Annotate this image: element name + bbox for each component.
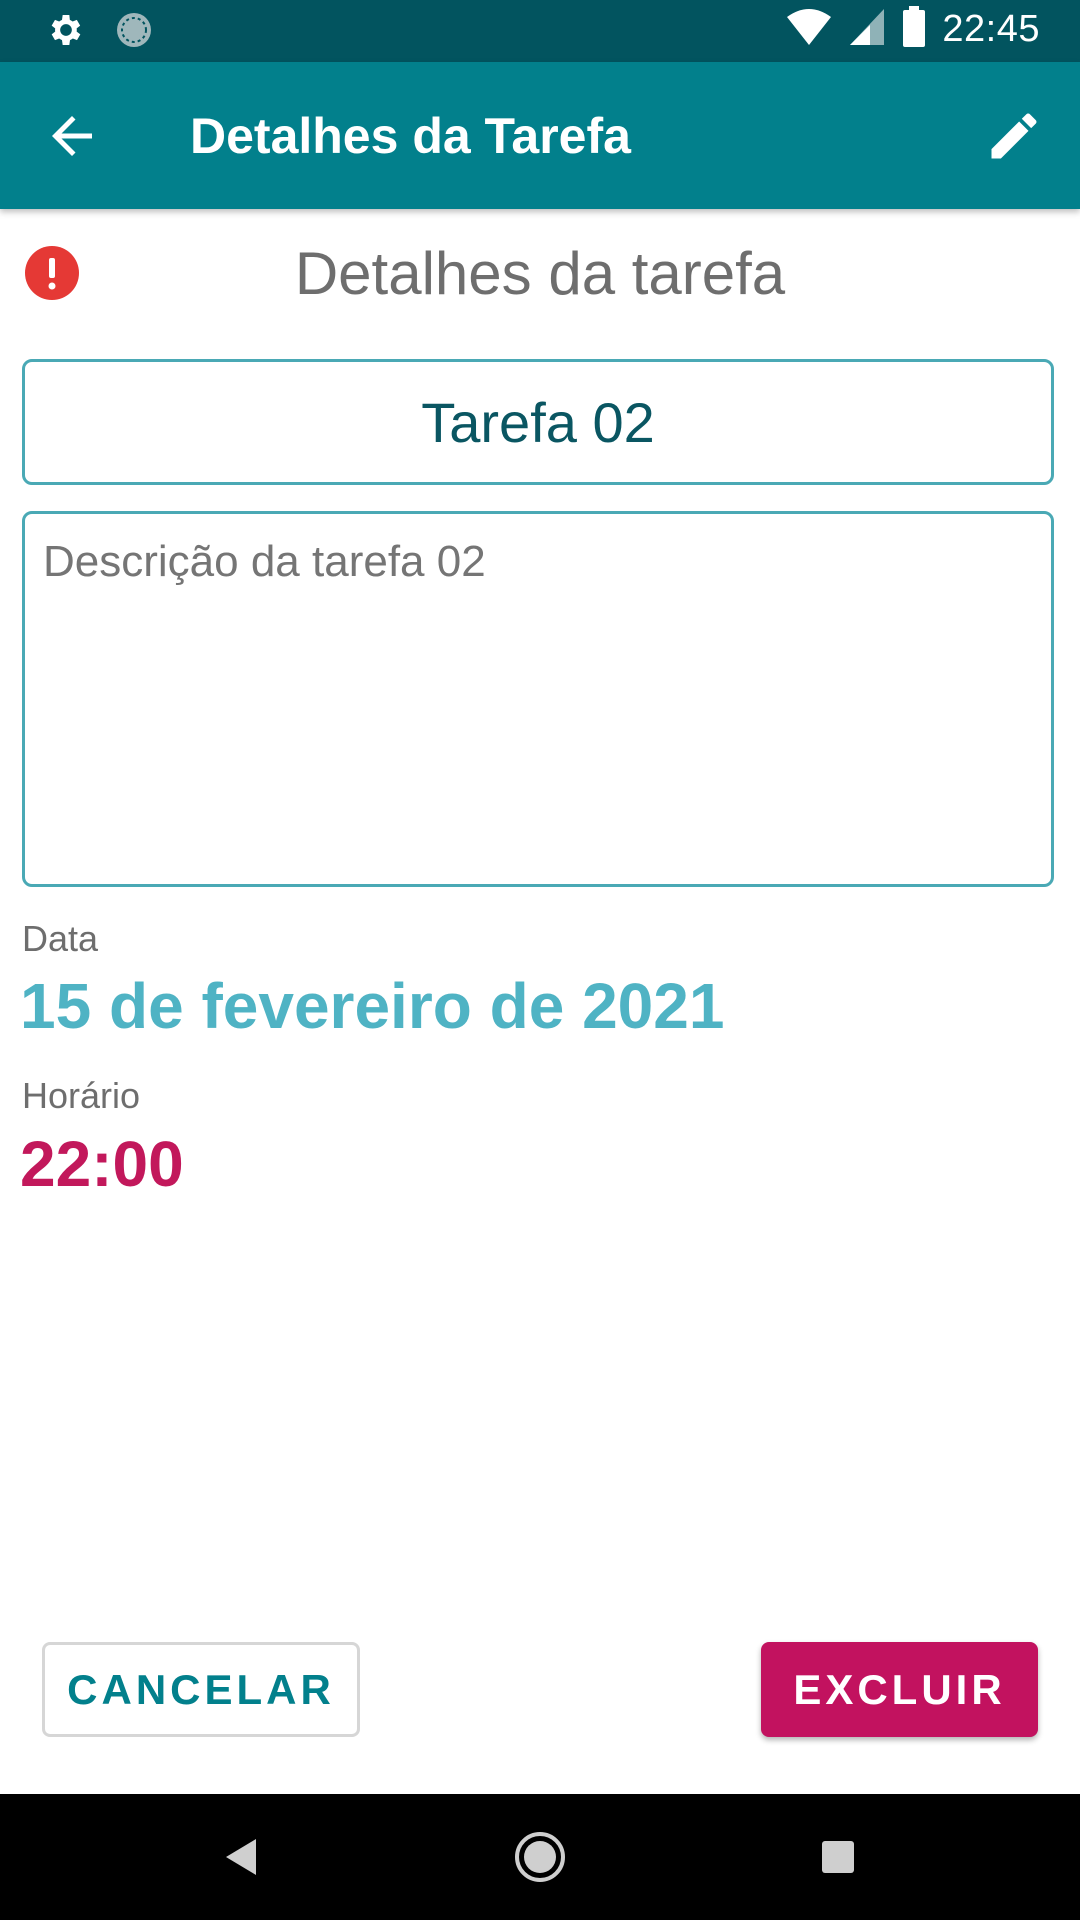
clock: 22:45 (942, 8, 1040, 50)
signal-icon (848, 7, 886, 52)
date-value[interactable]: 15 de fevereiro de 2021 (20, 968, 724, 1044)
task-title-field[interactable]: Tarefa 02 (22, 359, 1054, 485)
section-title: Detalhes da tarefa (294, 240, 786, 307)
app-bar-title: Detalhes da Tarefa (190, 108, 631, 164)
cancel-button[interactable]: CANCELAR (42, 1642, 360, 1737)
app-bar: Detalhes da Tarefa (0, 62, 1080, 209)
settings-icon (46, 10, 86, 55)
sync-icon (114, 10, 154, 55)
wifi-icon (786, 7, 832, 52)
time-label: Horário (22, 1075, 141, 1116)
recents-square-icon[interactable] (808, 1827, 868, 1887)
back-triangle-icon[interactable] (211, 1827, 271, 1887)
date-label: Data (22, 918, 99, 959)
pencil-icon[interactable] (984, 106, 1044, 166)
delete-button[interactable]: EXCLUIR (761, 1642, 1038, 1737)
time-value[interactable]: 22:00 (20, 1126, 184, 1202)
home-circle-icon[interactable] (510, 1827, 570, 1887)
navigation-bar (0, 1794, 1080, 1920)
task-description-field[interactable]: Descrição da tarefa 02 (22, 511, 1054, 887)
battery-icon (902, 6, 926, 53)
arrow-back-icon[interactable] (42, 106, 102, 166)
status-bar: 22:45 (0, 0, 1080, 62)
